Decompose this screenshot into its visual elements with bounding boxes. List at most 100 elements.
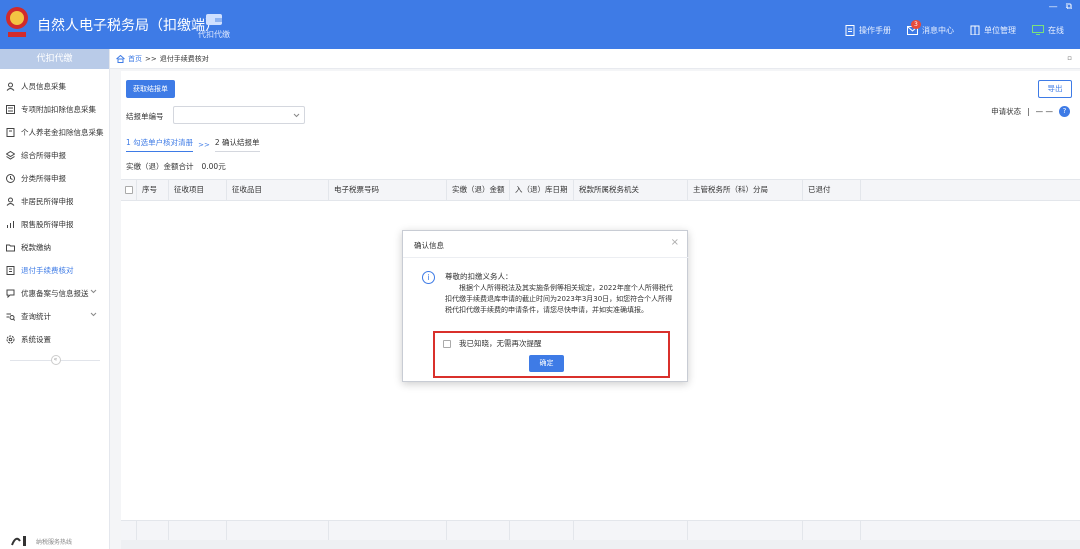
- acknowledge-option[interactable]: 我已知晓，无需再次提醒: [443, 338, 542, 349]
- doc-icon: [6, 128, 15, 137]
- sidebar-item-fee-refund-check[interactable]: 退付手续费核对: [0, 259, 109, 282]
- export-button[interactable]: 导出: [1038, 80, 1072, 98]
- status-value: — —: [1035, 107, 1053, 116]
- module-label: 代扣代缴: [198, 30, 230, 39]
- sidebar-item-classified-income[interactable]: 分类所得申报: [0, 167, 109, 190]
- status-label: 申请状态: [991, 107, 1022, 116]
- dialog-greeting: 尊敬的扣缴义务人：: [445, 272, 513, 281]
- manual-label: 操作手册: [859, 25, 891, 35]
- sidebar-item-tax-payment[interactable]: 税款缴纳: [0, 236, 109, 259]
- sidebar-item-restricted-stock[interactable]: 限售股所得申报: [0, 213, 109, 236]
- sidebar-item-label: 退付手续费核对: [21, 266, 74, 275]
- list-icon: [6, 105, 15, 114]
- confirm-dialog: 确认信息 × i 尊敬的扣缴义务人： 根据个人所得税法及其实施条例等相关规定，2…: [402, 230, 689, 382]
- fetch-report-button[interactable]: 获取结报单: [126, 80, 175, 98]
- message-center-label: 消息中心: [922, 25, 954, 35]
- sidebar-item-label: 个人养老金扣除信息采集: [21, 128, 104, 137]
- step-1[interactable]: 1 勾选单户核对清册: [126, 137, 194, 152]
- tax-emblem-icon: [6, 7, 28, 37]
- sidebar-item-label: 税款缴纳: [21, 243, 51, 252]
- sidebar-item-label: 分类所得申报: [21, 174, 66, 183]
- status-area: 申请状态 | — — ?: [991, 106, 1070, 117]
- sidebar-item-query-stats[interactable]: 查询统计: [0, 305, 109, 328]
- sidebar-item-label: 非居民所得申报: [21, 197, 74, 206]
- sidebar-item-nonresident-income[interactable]: 非居民所得申报: [0, 190, 109, 213]
- step-2[interactable]: 2 确认结报单: [214, 137, 260, 152]
- restore-button[interactable]: ⧉: [1066, 2, 1072, 12]
- col-header: 征收项目: [169, 180, 227, 200]
- user-icon: [6, 197, 15, 206]
- sidebar-item-label: 优惠备案与信息报送: [21, 289, 89, 298]
- sidebar-title: 代扣代缴: [0, 49, 109, 69]
- bubble-icon: [6, 289, 15, 298]
- status-separator: |: [1027, 107, 1030, 116]
- col-header: 已退付: [803, 180, 861, 200]
- table-footer: [121, 520, 1080, 541]
- minimize-button[interactable]: —: [1049, 2, 1058, 12]
- online-label: 在线: [1048, 25, 1064, 35]
- collapse-icon: «: [50, 355, 61, 365]
- col-header: 实缴（退）金额: [447, 180, 510, 200]
- col-header: 税款所属税务机关: [574, 180, 688, 200]
- unit-management-button[interactable]: 单位管理: [970, 25, 1016, 36]
- dialog-message: 根据个人所得税法及其实施条例等相关规定，2022年度个人所得税代扣代缴手续费退库…: [445, 284, 673, 314]
- chevron-down-icon: [90, 312, 97, 317]
- manual-button[interactable]: 操作手册: [845, 24, 891, 36]
- footer-text: 纳税服务热线: [36, 538, 73, 546]
- gear-icon: [6, 335, 15, 344]
- horizontal-scrollbar[interactable]: [121, 540, 1080, 549]
- step-nav: 1 勾选单户核对清册 >> 2 确认结报单: [126, 137, 260, 152]
- unit-management-label: 单位管理: [984, 25, 1016, 35]
- sidebar-item-pension-deduction[interactable]: 个人养老金扣除信息采集: [0, 121, 109, 144]
- confirm-button[interactable]: 确定: [529, 355, 564, 372]
- clock-icon: [6, 174, 15, 183]
- module-daikou[interactable]: 代扣代缴: [195, 12, 233, 40]
- select-all-checkbox[interactable]: [125, 186, 133, 194]
- wallet-icon: [206, 14, 222, 25]
- sidebar-item-label: 限售股所得申报: [21, 220, 74, 229]
- app-title: 自然人电子税务局（扣缴端）: [37, 18, 219, 34]
- acknowledge-checkbox[interactable]: [443, 339, 451, 348]
- help-icon[interactable]: ?: [1059, 106, 1070, 117]
- window-controls: — ⧉: [1049, 2, 1072, 12]
- chevron-down-icon: [293, 113, 300, 118]
- building-icon: [970, 25, 980, 35]
- sidebar-item-preferential-filing[interactable]: 优惠备案与信息报送: [0, 282, 109, 305]
- sidebar-item-special-deduction[interactable]: 专项附加扣除信息采集: [0, 98, 109, 121]
- sidebar-item-label: 系统设置: [21, 335, 51, 344]
- col-header: 电子税票号码: [329, 180, 447, 200]
- chevron-down-icon: [90, 289, 97, 294]
- breadcrumb-current: 退付手续费核对: [159, 54, 209, 63]
- sidebar-item-system-settings[interactable]: 系统设置: [0, 328, 109, 351]
- col-header: 入（退）库日期: [510, 180, 574, 200]
- amount-total-label: 实缴（退）金额合计: [126, 162, 194, 171]
- breadcrumb-home[interactable]: 首页: [128, 54, 142, 64]
- sidebar: 代扣代缴 人员信息采集 专项附加扣除信息采集 个人养老金扣除信息采集 综合所得申…: [0, 49, 110, 549]
- home-icon: [116, 54, 125, 63]
- col-header: 主管税务所（科）分局: [688, 180, 803, 200]
- sidebar-item-person-info[interactable]: 人员信息采集: [0, 75, 109, 98]
- col-header: 序号: [137, 180, 169, 200]
- sidebar-item-label: 人员信息采集: [21, 82, 66, 91]
- message-center-button[interactable]: 3 消息中心: [907, 19, 954, 36]
- amount-total: 实缴（退）金额合计 0.00元: [126, 161, 226, 172]
- tab-close-button[interactable]: ▫: [1067, 54, 1072, 62]
- close-icon[interactable]: ×: [671, 237, 679, 248]
- folder-icon: [6, 244, 15, 252]
- table-header: 序号 征收项目 征收品目 电子税票号码 实缴（退）金额 入（退）库日期 税款所属…: [121, 179, 1080, 201]
- sidebar-item-label: 专项附加扣除信息采集: [21, 105, 96, 114]
- sidebar-item-label: 查询统计: [21, 312, 51, 321]
- top-right-menu: 操作手册 3 消息中心 单位管理 在线: [845, 19, 1080, 38]
- footer-logo: 纳税服务热线: [10, 535, 72, 547]
- online-status[interactable]: 在线: [1032, 25, 1064, 36]
- search-list-icon: [6, 313, 15, 321]
- sidebar-item-comprehensive-income[interactable]: 综合所得申报: [0, 144, 109, 167]
- amount-total-value: 0.00元: [201, 162, 226, 171]
- sidebar-collapse-button[interactable]: «: [9, 355, 100, 365]
- sidebar-item-label: 综合所得申报: [21, 151, 66, 160]
- layers-icon: [6, 151, 15, 160]
- report-no-select[interactable]: [173, 106, 305, 124]
- monitor-icon: [1032, 25, 1044, 35]
- info-icon: i: [422, 271, 435, 284]
- top-bar: 自然人电子税务局（扣缴端） 代扣代缴 — ⧉ 操作手册 3 消息中心 单位管理 …: [0, 0, 1080, 49]
